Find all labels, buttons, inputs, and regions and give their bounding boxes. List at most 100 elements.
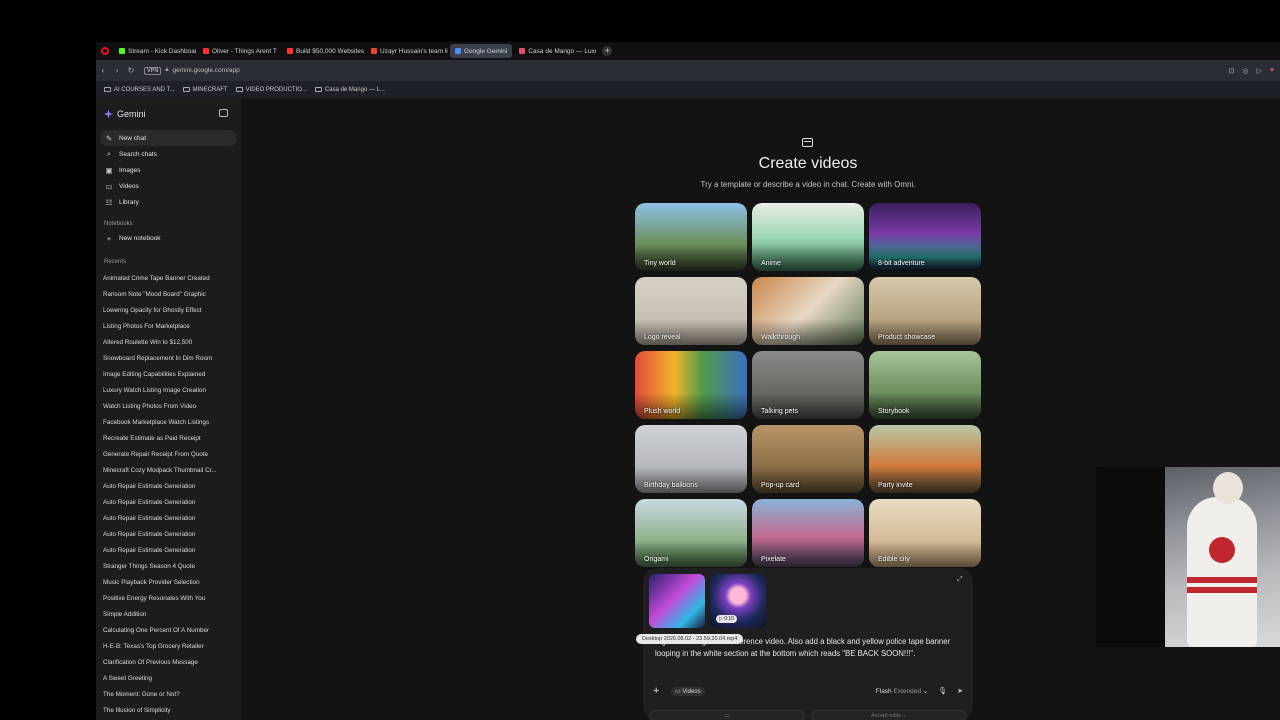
webcam-person	[1187, 497, 1257, 647]
browser-tab[interactable]: Casa de Mango — Luxury	[514, 44, 596, 58]
bookmark-item[interactable]: MINECRAFT	[182, 87, 228, 93]
recent-chat-item[interactable]: H-E-B: Texas's Top Grocery Retailer	[103, 638, 233, 654]
camera-icon[interactable]: ◎	[1242, 67, 1248, 75]
recent-chat-item[interactable]: Simple Addition	[103, 606, 233, 622]
template-card-walkthrough[interactable]: Walkthrough	[752, 277, 864, 345]
recent-chat-item[interactable]: The Moment: Gone or Not?	[103, 686, 233, 702]
video-duration-badge: ▷ 0:10	[716, 615, 737, 623]
collapse-sidebar-icon[interactable]	[219, 109, 228, 117]
template-card-birthday-balloons[interactable]: Birthday balloons	[635, 425, 747, 493]
recent-chat-item[interactable]: Listing Photos For Marketplace	[103, 318, 233, 334]
address-bar-actions: ⊡ ◎ ▷ ♥	[1228, 67, 1280, 75]
snapshot-icon[interactable]: ⊡	[1228, 67, 1234, 75]
recent-chat-item[interactable]: Clarification Of Previous Message	[103, 654, 233, 670]
folder-icon	[182, 87, 190, 92]
chevron-down-icon: ⌄	[922, 688, 929, 695]
recent-chat-item[interactable]: Ransom Note "Mood Board" Graphic	[103, 286, 233, 302]
sidebar-item-images[interactable]: ▣ Images	[100, 162, 237, 178]
plus-icon: +	[106, 234, 112, 243]
sidebar-item-label: Images	[119, 166, 141, 174]
prompt-toolbar: + ▭ Videos Flash Extended ⌄ 🎙︎ ➤	[653, 685, 963, 697]
add-attachment-icon[interactable]: +	[653, 685, 665, 697]
vpn-badge[interactable]: VPN	[144, 66, 162, 75]
reload-icon[interactable]: ↻	[124, 66, 138, 75]
videos-tool-label: Videos	[682, 688, 701, 695]
recent-chat-item[interactable]: Minecraft Cozy Modpack Thumbnail Cr...	[103, 462, 233, 478]
page-title: Create videos	[758, 155, 858, 172]
template-card-origami[interactable]: Origami	[635, 499, 747, 567]
recent-chat-item[interactable]: Watch Listing Photos From Video	[103, 398, 233, 414]
recent-chat-item[interactable]: The Illusion of Simplicity	[103, 702, 233, 718]
tab-favicon-icon	[371, 48, 377, 54]
send-icon[interactable]: ▷	[1256, 67, 1261, 75]
recents-title: Recents	[104, 259, 127, 265]
recent-chat-item[interactable]: Auto Repair Estimate Generation	[103, 526, 233, 542]
template-card-pop-up-card[interactable]: Pop-up card	[752, 425, 864, 493]
recent-chat-item[interactable]: Stranger Things Season 4 Quote	[103, 558, 233, 574]
template-card-tiny-world[interactable]: Tiny world	[635, 203, 747, 271]
forward-icon[interactable]: ›	[110, 66, 124, 75]
sidebar-item-videos[interactable]: ▭ Videos	[100, 178, 237, 194]
sidebar-item-library[interactable]: ☷ Library	[100, 194, 237, 210]
template-card-product-showcase[interactable]: Product showcase	[869, 277, 981, 345]
model-selector[interactable]: Flash Extended ⌄	[876, 687, 928, 695]
recent-chat-item[interactable]: Auto Repair Estimate Generation	[103, 478, 233, 494]
browser-tab[interactable]: Stream - Kick Dashboard	[114, 44, 196, 58]
folder-icon	[314, 87, 322, 92]
template-card-talking-pets[interactable]: Talking pets	[752, 351, 864, 419]
videos-tool-chip[interactable]: ▭ Videos	[671, 686, 705, 696]
recent-chat-item[interactable]: Auto Repair Estimate Generation	[103, 510, 233, 526]
template-card-pixelate[interactable]: Pixelate	[752, 499, 864, 567]
recent-chat-item[interactable]: Positive Energy Resonates With You	[103, 590, 233, 606]
recent-chat-item[interactable]: Music Playback Provider Selection	[103, 574, 233, 590]
template-card-8-bit-adventure[interactable]: 8-bit adventure	[869, 203, 981, 271]
recent-chat-item[interactable]: Facebook Marketplace Watch Listings	[103, 414, 233, 430]
back-icon[interactable]: ‹	[96, 66, 110, 75]
bookmark-item[interactable]: AI COURSES AND T...	[104, 87, 175, 93]
new-notebook-button[interactable]: + New notebook	[105, 234, 161, 243]
template-card-party-invite[interactable]: Party invite	[869, 425, 981, 493]
tab-label: Stream - Kick Dashboard	[128, 47, 196, 55]
accept-edits-button[interactable]: Accept edits ⌄	[811, 710, 967, 720]
recent-chat-item[interactable]: Animated Crime Tape Banner Created	[103, 270, 233, 286]
template-card-logo-reveal[interactable]: Logo reveal	[635, 277, 747, 345]
template-label: Tiny world	[644, 260, 676, 267]
recent-chat-item[interactable]: Recreate Estimate as Paid Receipt	[103, 430, 233, 446]
recent-chat-item[interactable]: Calculating One Percent Of A Number	[103, 622, 233, 638]
recent-chat-item[interactable]: Auto Repair Estimate Generation	[103, 542, 233, 558]
gemini-brand[interactable]: Gemini	[104, 109, 146, 119]
bookmark-item[interactable]: Casa de Mango — L...	[314, 87, 385, 93]
recent-chat-item[interactable]: Generate Repair Receipt From Quote	[103, 446, 233, 462]
heart-icon[interactable]: ♥	[1270, 67, 1274, 75]
recent-chat-item[interactable]: Auto Repair Estimate Generation	[103, 494, 233, 510]
template-card-storybook[interactable]: Storybook	[869, 351, 981, 419]
template-card-anime[interactable]: Anime	[752, 203, 864, 271]
attachment-thumbnail[interactable]	[649, 574, 705, 628]
template-card-edible-city[interactable]: Edible city	[869, 499, 981, 567]
sidebar-item-search-chats[interactable]: ⌕ Search chats	[100, 146, 237, 162]
new-tab-button[interactable]: +	[602, 46, 613, 56]
browser-tab[interactable]: Oliver - Things Arent T	[198, 44, 280, 58]
bookmark-item[interactable]: VIDEO PRODUCTIO...	[235, 87, 307, 93]
recent-chat-item[interactable]: Altered Roulette Win to $12,500	[103, 334, 233, 350]
tab-favicon-icon	[519, 48, 526, 54]
template-label: Storybook	[878, 408, 910, 415]
image-icon: ▣	[105, 165, 113, 175]
sidebar-item-new-chat[interactable]: ✎ New chat	[100, 130, 237, 146]
video-mode-button[interactable]: ▭	[649, 710, 805, 720]
microphone-icon[interactable]: 🎙︎	[938, 687, 947, 695]
template-card-plush-world[interactable]: Plush world	[635, 351, 747, 419]
browser-tab[interactable]: Google Gemini	[450, 44, 513, 58]
recent-chat-item[interactable]: Luxury Watch Listing Image Creation	[103, 382, 233, 398]
browser-tab[interactable]: Uzayr Hussain's team libr	[366, 44, 448, 58]
expand-icon[interactable]: ⤢	[957, 576, 963, 584]
recent-chat-item[interactable]: Snowboard Replacement In Dim Room	[103, 350, 233, 366]
recent-chat-item[interactable]: Lowering Opacity for Ghostly Effect	[103, 302, 233, 318]
recent-chat-item[interactable]: Image Editing Capabilities Explained	[103, 366, 233, 382]
browser-tab[interactable]: Build $50,000 Websites U	[282, 44, 364, 58]
send-icon[interactable]: ➤	[957, 687, 963, 695]
opera-logo-icon[interactable]	[101, 47, 109, 55]
recent-chat-item[interactable]: A Sweet Greeting	[103, 670, 233, 686]
bookmarks-bar: AI COURSES AND T... MINECRAFT VIDEO PRODUC…	[96, 81, 1280, 98]
url-field[interactable]: gemini.google.com/app	[173, 67, 240, 74]
